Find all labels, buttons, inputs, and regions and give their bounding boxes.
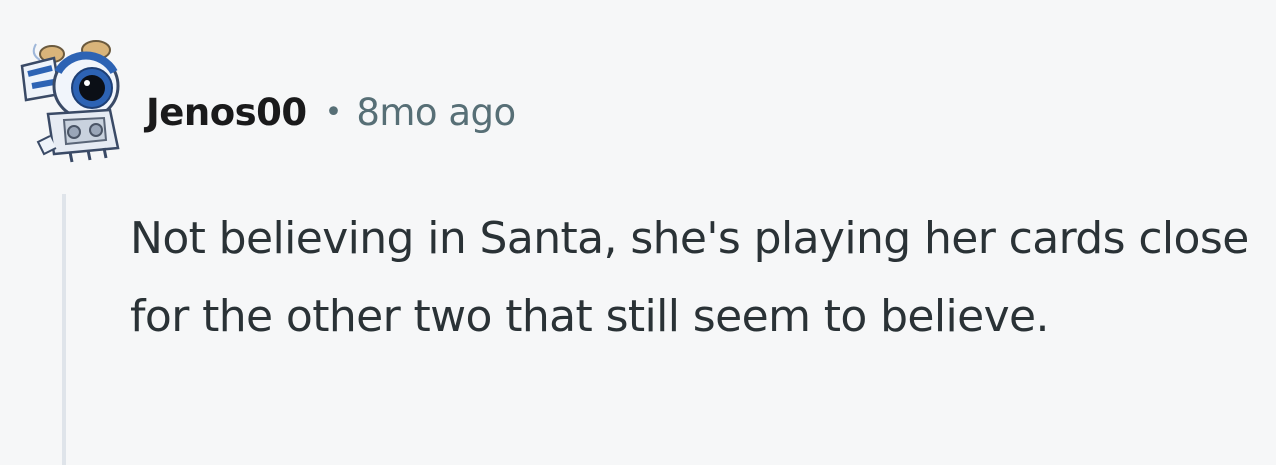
robot-avatar-icon (20, 40, 120, 163)
comment-body: Not believing in Santa, she's playing he… (130, 213, 1249, 342)
thread-collapse-line[interactable] (62, 194, 66, 465)
timestamp-link[interactable]: 8mo ago (356, 91, 516, 134)
comment: Jenos00 • 8mo ago Not believing in Santa… (0, 0, 1276, 465)
meta-separator: • (324, 94, 343, 130)
user-avatar[interactable] (14, 36, 126, 164)
username-link[interactable]: Jenos00 (146, 91, 307, 134)
comment-header: Jenos00 • 8mo ago (146, 84, 516, 140)
